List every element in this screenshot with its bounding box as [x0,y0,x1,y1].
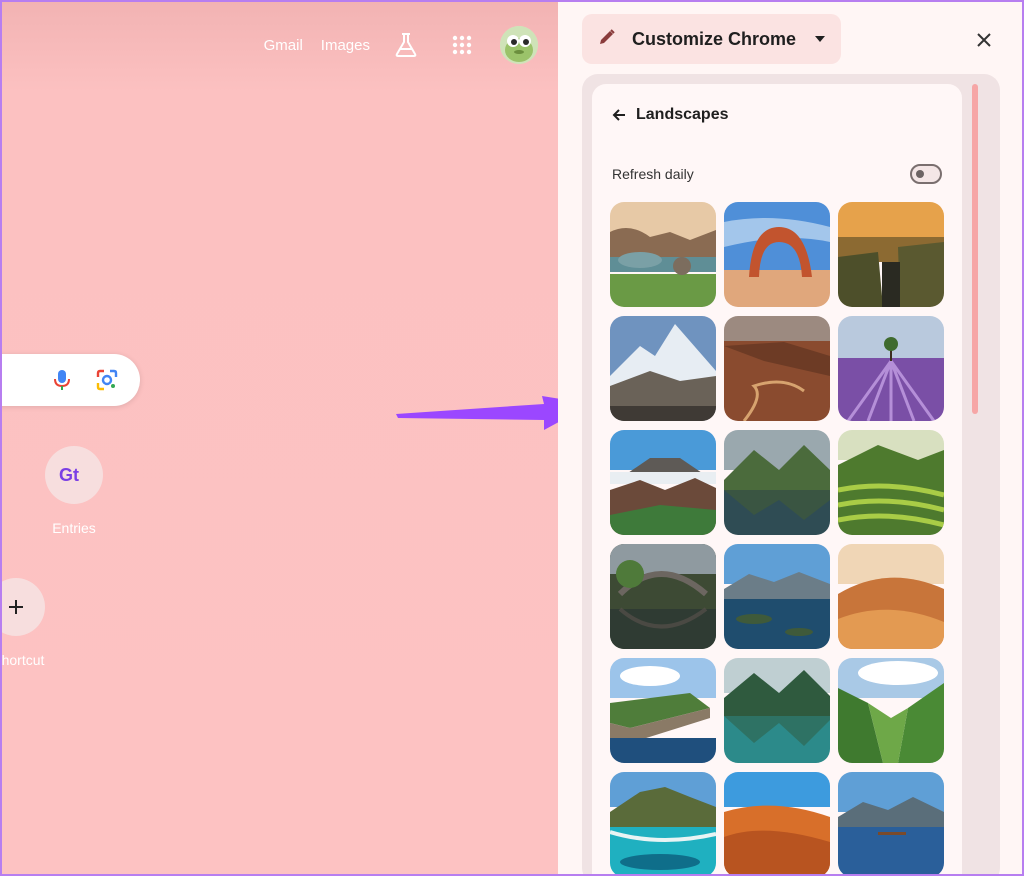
ntp-top-bar: Gmail Images [264,26,538,64]
images-link[interactable]: Images [321,37,370,54]
back-button[interactable]: Landscapes [612,106,728,124]
back-arrow-icon [612,109,625,121]
microphone-icon[interactable] [50,368,74,392]
thumbnail-canyon-cliffs[interactable] [838,202,944,307]
browser-window: Gmail Images Gt Entries hortcut Customiz… [0,0,1024,876]
thumbnail-rice-terraces[interactable] [838,430,944,535]
svg-text:Gt: Gt [59,465,79,485]
landscape-grid [610,202,944,874]
thumbnail-sea-cliffs[interactable] [610,658,716,763]
thumbnail-emerald-lake[interactable] [724,658,830,763]
add-shortcut[interactable]: hortcut [1,578,54,668]
shortcut-label: Entries [52,520,96,536]
thumbnail-mountain-reflection[interactable] [838,772,944,874]
toggle-knob [916,170,924,178]
thumbnail-mountain-lake[interactable] [724,430,830,535]
shortcut-label: hortcut [1,652,45,668]
gt-logo-icon: Gt [45,446,103,504]
thumbnail-red-canyon-road[interactable] [724,316,830,421]
thumbnail-stone-bridge[interactable] [610,544,716,649]
plus-icon [2,578,45,636]
customize-chrome-panel: Customize Chrome Landscapes Refresh dail… [558,2,1022,874]
thumbnail-tropical-island[interactable] [610,772,716,874]
profile-avatar[interactable] [500,26,538,64]
new-tab-page: Gmail Images Gt Entries hortcut [1,2,592,874]
panel-scrollbar[interactable] [972,84,978,414]
shortcut-entries[interactable]: Gt Entries [30,446,118,536]
gmail-link[interactable]: Gmail [264,37,303,54]
close-panel-button[interactable] [970,26,998,54]
thumbnail-desert-dune[interactable] [838,544,944,649]
panel-title: Customize Chrome [632,28,797,49]
close-icon [977,33,991,47]
thumbnail-volcano-crater[interactable] [610,430,716,535]
panel-selector-dropdown[interactable]: Customize Chrome [582,14,841,64]
thumbnail-orange-dunes[interactable] [724,772,830,874]
search-box[interactable] [2,354,140,406]
panel-body: Landscapes Refresh daily [582,74,1000,874]
refresh-daily-label: Refresh daily [612,166,694,182]
thumbnail-coastal-rocks[interactable] [610,202,716,307]
thumbnail-snow-mountains[interactable] [610,316,716,421]
thumbnail-lavender-field[interactable] [838,316,944,421]
refresh-daily-toggle[interactable] [910,164,942,184]
section-title: Landscapes [636,106,729,123]
google-lens-icon[interactable] [95,368,119,392]
thumbnail-lake-islands[interactable] [724,544,830,649]
chevron-down-icon [814,30,826,48]
thumbnail-delicate-arch[interactable] [724,202,830,307]
labs-flask-icon[interactable] [388,27,424,63]
thumbnail-green-valley[interactable] [838,658,944,763]
apps-grid-icon[interactable] [444,27,480,63]
landscapes-card: Landscapes Refresh daily [592,84,962,874]
pencil-icon [598,28,616,51]
